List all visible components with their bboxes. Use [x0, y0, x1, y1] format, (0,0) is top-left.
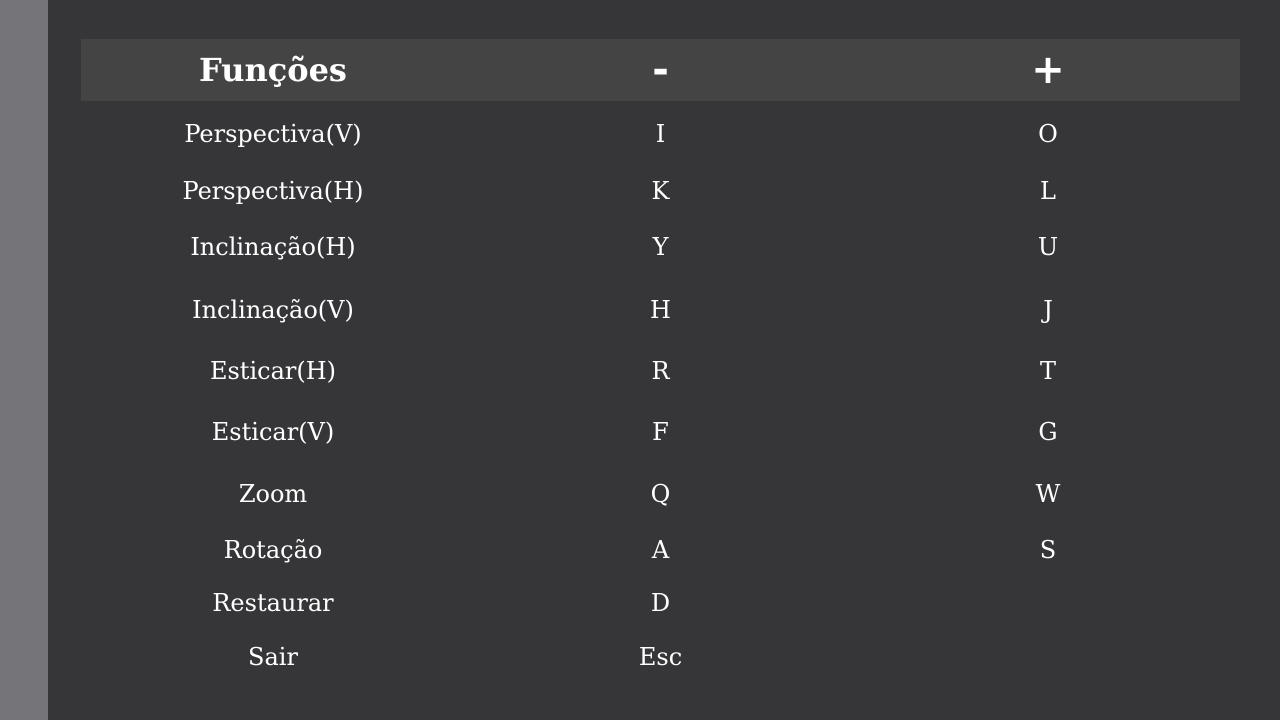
- minus-key-cell: K: [651, 177, 670, 205]
- table-row: Rotação A S: [81, 530, 1240, 570]
- plus-key-cell: T: [1039, 357, 1056, 385]
- shortcut-table: Funções - + Perspectiva(V) I O Perspecti…: [81, 39, 1240, 671]
- minus-key-cell: Y: [652, 233, 669, 261]
- slide: Funções - + Perspectiva(V) I O Perspecti…: [0, 0, 1280, 720]
- table-row: Inclinação(H) Y U: [81, 227, 1240, 267]
- table-row: Zoom Q W: [81, 474, 1240, 514]
- plus-key-cell: J: [1043, 296, 1053, 324]
- function-cell: Restaurar: [212, 589, 334, 617]
- header-minus: -: [652, 47, 669, 93]
- function-cell: Inclinação(H): [190, 233, 356, 261]
- plus-key-cell: W: [1035, 480, 1061, 508]
- plus-key-cell: G: [1038, 418, 1058, 446]
- minus-key-cell: A: [651, 536, 670, 564]
- table-row: Inclinação(V) H J: [81, 290, 1240, 330]
- plus-key-cell: L: [1040, 177, 1056, 205]
- plus-key-cell: S: [1039, 536, 1057, 564]
- function-cell: Inclinação(V): [192, 296, 354, 324]
- minus-key-cell: Esc: [638, 643, 683, 671]
- table-row: Esticar(H) R T: [81, 351, 1240, 391]
- function-cell: Perspectiva(H): [182, 177, 364, 205]
- function-cell: Rotação: [223, 536, 323, 564]
- table-header-row: Funções - +: [81, 39, 1240, 101]
- table-row: Restaurar D: [81, 583, 1240, 623]
- minus-key-cell: R: [651, 357, 670, 385]
- minus-key-cell: F: [652, 418, 669, 446]
- table-row: Perspectiva(V) I O: [81, 114, 1240, 154]
- table-row: Esticar(V) F G: [81, 412, 1240, 452]
- minus-key-cell: Q: [650, 480, 671, 508]
- plus-key-cell: O: [1038, 120, 1058, 148]
- side-accent-bar: [0, 0, 48, 720]
- minus-key-cell: D: [650, 589, 671, 617]
- function-cell: Esticar(H): [209, 357, 337, 385]
- table-row: Perspectiva(H) K L: [81, 171, 1240, 211]
- function-cell: Zoom: [238, 480, 308, 508]
- minus-key-cell: H: [650, 296, 671, 324]
- header-functions: Funções: [199, 51, 347, 89]
- minus-key-cell: I: [655, 120, 666, 148]
- function-cell: Perspectiva(V): [184, 120, 362, 148]
- header-plus: +: [1031, 47, 1065, 93]
- function-cell: Esticar(V): [211, 418, 335, 446]
- plus-key-cell: U: [1037, 233, 1059, 261]
- table-row: Sair Esc: [81, 637, 1240, 677]
- function-cell: Sair: [248, 643, 298, 671]
